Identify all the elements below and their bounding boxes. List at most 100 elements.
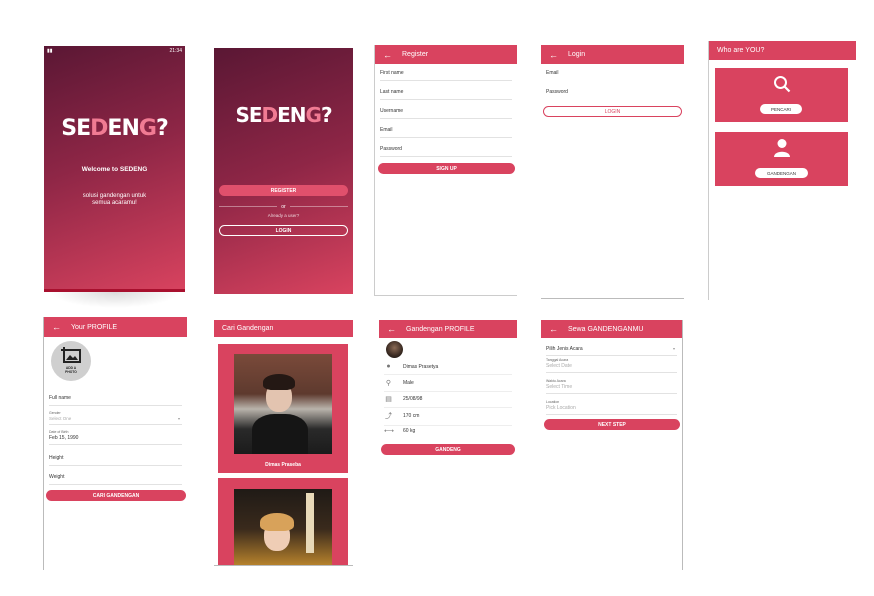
gandengan-photo — [234, 354, 332, 454]
event-time-placeholder: Select Time — [546, 384, 573, 390]
dob-row: ▤ 25/08/98 — [384, 395, 512, 408]
event-type-select[interactable]: Pilih Jenis Acara ▾ — [546, 345, 677, 356]
dob-value: Feb 15, 1990 — [49, 435, 79, 441]
tagline-line2: semua acaramu! — [92, 200, 137, 206]
gprofile-screen: ← Gandengan PROFILE ● Dimas Prasetya ⚲ M… — [379, 320, 517, 570]
cari-gandengan-button[interactable]: CARI GANDENGAN — [46, 490, 186, 501]
event-date-placeholder: Select Date — [546, 363, 572, 369]
weight-icon: ⟷ — [384, 428, 395, 435]
name-row: ● Dimas Prasetya — [384, 363, 512, 375]
who-appbar: Who are YOU? — [709, 41, 856, 60]
sewa-screen: ← Sewa GANDENGANMU Pilih Jenis Acara ▾ T… — [541, 320, 683, 570]
person-icon — [774, 139, 790, 157]
photo-hair-2 — [260, 513, 294, 531]
weight-row: ⟷ 60 kg — [384, 427, 512, 439]
pencari-button[interactable]: PENCARI — [760, 104, 802, 114]
add-photo-icon — [61, 347, 81, 363]
gandengan-photo-2 — [234, 489, 332, 565]
last-name-field[interactable]: Last name — [380, 89, 512, 100]
register-title: Register — [402, 51, 429, 58]
already-user-text: Already a user? — [267, 213, 300, 218]
event-time-field[interactable]: Waktu Acara Select Time — [546, 379, 677, 394]
who-screen: Who are YOU? PENCARI GANDENGAN — [708, 41, 856, 300]
height-row: ⤴ 170 cm — [384, 411, 512, 426]
gender-select[interactable]: Gender Select One ▾ — [49, 411, 182, 425]
signal-icon: ▮▮ — [47, 48, 53, 54]
register-appbar: ← Register — [375, 45, 517, 64]
login-appbar: ← Login — [541, 45, 684, 64]
weight-field[interactable]: Weight — [49, 474, 182, 485]
status-bar: ▮▮ 21:34 — [47, 48, 182, 55]
start-screen: SEDENG? REGISTER or Already a user? LOGI… — [214, 48, 353, 294]
register-screen: ← Register First name Last name Username… — [374, 45, 517, 296]
email-field[interactable]: Email — [546, 70, 679, 80]
cari-appbar: Cari Gandengan — [214, 320, 353, 337]
add-photo-button[interactable]: ADD A PHOTO — [51, 341, 91, 381]
splash-shadow — [50, 292, 180, 308]
gprofile-appbar: ← Gandengan PROFILE — [379, 320, 517, 338]
back-arrow-icon[interactable]: ← — [383, 50, 392, 60]
sewa-appbar: ← Sewa GANDENGANMU — [541, 320, 682, 338]
sedeng-logo: SEDENG? — [235, 103, 332, 127]
fullname-field[interactable]: Full name — [49, 395, 182, 406]
photo-tower — [306, 493, 314, 553]
gender-placeholder: Select One — [49, 416, 72, 421]
sedeng-logo: SEDENG? — [61, 116, 168, 141]
splash-screen: ▮▮ 21:34 SEDENG? Welcome to SEDENG solus… — [44, 46, 185, 292]
login-button[interactable]: LOGIN — [219, 225, 348, 236]
gandeng-button[interactable]: GANDENG — [381, 444, 515, 455]
email-field[interactable]: Email — [380, 127, 512, 138]
tagline-line1: solusi gandengan untuk — [82, 193, 147, 199]
login-title: Login — [568, 51, 586, 58]
gandengan-name: Dimas Praseba — [265, 462, 301, 468]
gandengan-card-2[interactable] — [218, 478, 348, 565]
or-label: or — [281, 203, 286, 210]
first-name-field[interactable]: First name — [380, 70, 512, 81]
event-date-field[interactable]: Tanggal Acara Select Date — [546, 358, 677, 373]
name-value: Dimas Prasetya — [403, 363, 439, 370]
welcome-text: Welcome to SEDENG — [81, 166, 148, 173]
avatar — [386, 341, 403, 358]
photo-hair — [263, 374, 295, 390]
back-arrow-icon[interactable]: ← — [52, 322, 61, 332]
username-field[interactable]: Username — [380, 108, 512, 119]
person-icon: ● — [386, 363, 391, 370]
dob-value: 25/08/98 — [403, 396, 423, 402]
gandengan-button[interactable]: GANDENGAN — [755, 168, 808, 178]
back-arrow-icon[interactable]: ← — [549, 324, 558, 334]
height-field[interactable]: Height — [49, 455, 182, 466]
weight-value: 60 kg — [403, 428, 416, 434]
login-button[interactable]: LOGIN — [543, 106, 682, 117]
dob-field[interactable]: Date of Birth Feb 15, 1990 — [49, 430, 182, 445]
gender-row: ⚲ Male — [384, 379, 512, 392]
cari-title: Cari Gandengan — [222, 325, 274, 332]
location-placeholder: Pick Location — [546, 405, 576, 411]
back-arrow-icon[interactable]: ← — [387, 324, 396, 334]
profile-title: Your PROFILE — [71, 323, 118, 331]
gender-icon: ⚲ — [385, 380, 392, 387]
signup-button[interactable]: SIGN UP — [378, 163, 515, 174]
register-button[interactable]: REGISTER — [219, 185, 348, 196]
gandengan-card[interactable]: GANDENGAN — [715, 132, 848, 186]
location-field[interactable]: Location Pick Location — [546, 400, 677, 415]
cari-screen: Cari Gandengan Dimas Praseba — [214, 320, 353, 566]
height-icon: ⤴ — [385, 413, 392, 420]
add-photo-label: ADD A PHOTO — [65, 366, 77, 374]
back-arrow-icon[interactable]: ← — [549, 50, 558, 60]
calendar-icon: ▤ — [385, 396, 392, 403]
photo-body — [252, 414, 308, 454]
password-field[interactable]: Password — [380, 146, 512, 157]
height-value: 170 cm — [403, 413, 420, 419]
gender-value: Male — [403, 380, 414, 386]
pencari-card[interactable]: PENCARI — [715, 68, 848, 122]
gandengan-card[interactable]: Dimas Praseba — [218, 344, 348, 473]
password-field[interactable]: Password — [546, 89, 679, 99]
login-screen: ← Login Email Password LOGIN — [541, 45, 684, 299]
sewa-title: Sewa GANDENGANMU — [568, 325, 644, 333]
search-icon — [774, 76, 791, 93]
or-divider: or — [219, 203, 349, 210]
status-time: 21:34 — [169, 48, 182, 54]
profile-screen: ← Your PROFILE ADD A PHOTO Full name Gen… — [43, 317, 187, 570]
next-step-button[interactable]: NEXT STEP — [544, 419, 680, 430]
gprofile-title: Gandengan PROFILE — [406, 325, 475, 333]
